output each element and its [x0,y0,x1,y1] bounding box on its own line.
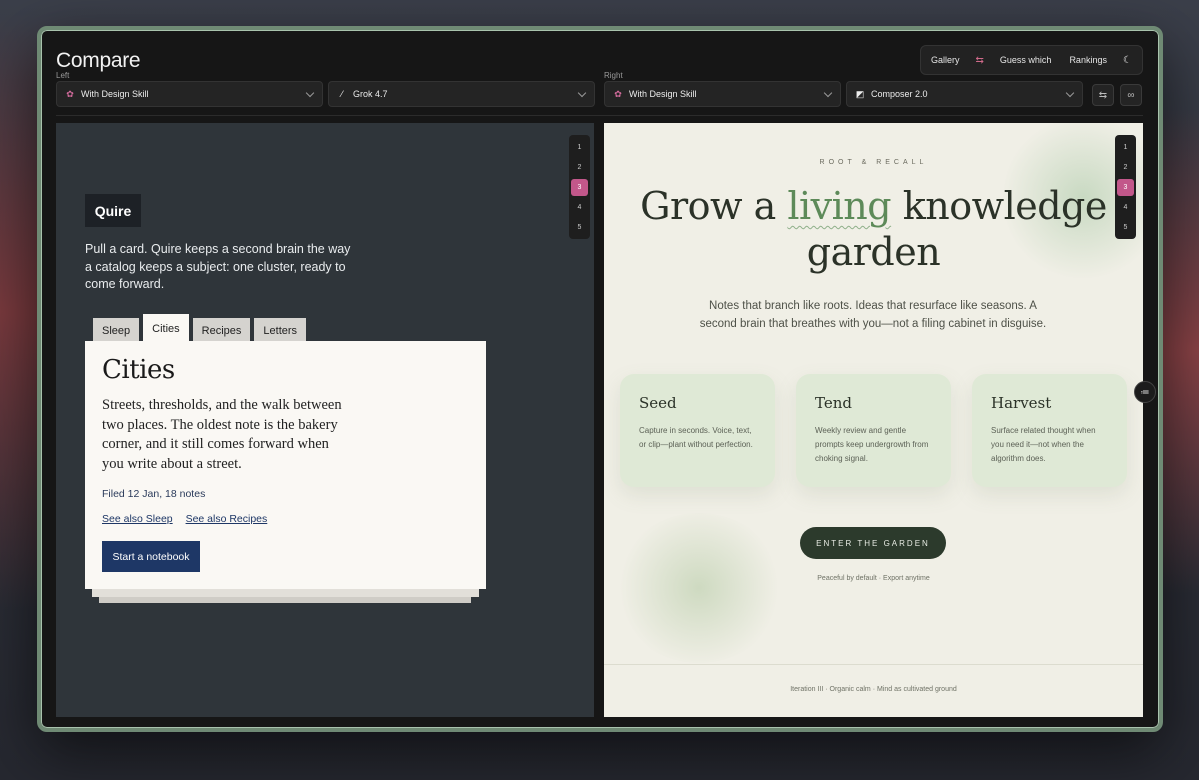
eyebrow: ROOT & RECALL [819,159,928,166]
nav-rankings[interactable]: Rankings [1069,55,1107,65]
card-description: Streets, thresholds, and the walk betwee… [102,397,342,472]
right-page-1[interactable]: 1 [1117,139,1134,156]
feature-text: Surface related thought when you need it… [991,426,1096,463]
right-page-4[interactable]: 4 [1117,199,1134,216]
right-page-2[interactable]: 2 [1117,159,1134,176]
hero-subtitle: Notes that branch like roots. Ideas that… [699,300,1047,330]
right-model-label: Composer 2.0 [871,89,928,99]
swap-icon[interactable]: ⇆ [976,55,984,66]
quire-logo: Quire [85,194,141,227]
link-see-also-recipes[interactable]: See also Recipes [186,513,268,525]
card-filed: Filed 12 Jan, 18 notes [102,488,206,500]
feature-card-seed: Seed Capture in seconds. Voice, text, or… [620,374,775,487]
feature-card-harvest: Harvest Surface related thought when you… [972,374,1127,487]
left-page-5[interactable]: 5 [571,219,588,236]
composer-icon: ◩ [855,88,865,99]
left-skill-label: With Design Skill [81,89,149,99]
left-page-1[interactable]: 1 [571,139,588,156]
chevron-down-icon [823,88,833,98]
right-page-3[interactable]: 3 [1117,179,1134,196]
card-links: See also Sleep See also Recipes [102,513,277,525]
feature-title: Seed [639,394,677,412]
start-notebook-button[interactable]: Start a notebook [102,541,200,572]
feature-title: Harvest [991,394,1052,412]
tab-sleep[interactable]: Sleep [93,318,140,343]
right-label: Right [604,71,623,80]
compare-window: Compare Left Right Gallery ⇆ Guess which… [37,26,1163,732]
nav-gallery[interactable]: Gallery [931,55,960,65]
footer-text: Iteration III · Organic calm · Mind as c… [790,686,957,693]
tab-recipes[interactable]: Recipes [192,318,251,343]
left-page-4[interactable]: 4 [571,199,588,216]
link-see-also-sleep[interactable]: See also Sleep [102,513,173,525]
left-preview: Quire Pull a card. Quire keeps a second … [56,123,594,717]
tab-letters[interactable]: Letters [254,318,307,343]
cta-note: Peaceful by default · Export anytime [817,575,930,582]
divider [56,115,1143,116]
chevron-down-icon [305,88,315,98]
page-title: Compare [56,49,141,72]
page-footer: Iteration III · Organic calm · Mind as c… [604,664,1143,717]
left-model-select[interactable]: ⁄ Grok 4.7 [328,81,595,107]
left-skill-select[interactable]: ✿ With Design Skill [56,81,323,107]
grok-icon: ⁄ [341,89,343,99]
left-page-2[interactable]: 2 [571,159,588,176]
left-intro: Pull a card. Quire keeps a second brain … [85,242,351,291]
feature-card-tend: Tend Weekly review and gentle prompts ke… [796,374,951,487]
card-title: Cities [102,355,175,385]
feature-text: Capture in seconds. Voice, text, or clip… [639,426,753,449]
hero-pre: Grow a [640,184,788,228]
flower-icon: ✿ [614,88,622,99]
chevron-down-icon [1065,88,1075,98]
left-label: Left [56,71,70,80]
topic-card: Cities Streets, thresholds, and the walk… [85,341,486,589]
right-model-select[interactable]: ◩ Composer 2.0 [846,81,1083,107]
hero-accent: living [787,184,892,228]
hero-heading: Grow a living knowledge garden [604,183,1143,275]
topic-tabs: Sleep Cities Recipes Letters [93,314,310,343]
swap-sides-button[interactable]: ⇆ [1092,84,1114,106]
link-icon[interactable]: ∞ [1120,84,1142,106]
nav-guess-which[interactable]: Guess which [1000,55,1052,65]
left-model-label: Grok 4.7 [353,89,388,99]
enter-garden-button[interactable]: ENTER THE GARDEN [800,527,946,559]
feature-text: Weekly review and gentle prompts keep un… [815,426,929,463]
right-skill-label: With Design Skill [629,89,697,99]
left-pager: 1 2 3 4 5 [569,135,590,239]
decor-blob [614,513,784,663]
right-skill-select[interactable]: ✿ With Design Skill [604,81,841,107]
right-pager: 1 2 3 4 5 [1115,135,1136,239]
chevron-down-icon [577,88,587,98]
feature-title: Tend [815,394,852,412]
tab-cities[interactable]: Cities [143,314,189,343]
flower-icon: ✿ [66,88,74,99]
left-page-3[interactable]: 3 [571,179,588,196]
right-page-5[interactable]: 5 [1117,219,1134,236]
moon-icon[interactable]: ☾ [1123,55,1132,66]
settings-toggle-icon[interactable]: ≔ [1134,381,1156,403]
right-preview: ROOT & RECALL Grow a living knowledge ga… [604,123,1143,717]
top-nav: Gallery ⇆ Guess which Rankings ☾ [920,45,1143,75]
